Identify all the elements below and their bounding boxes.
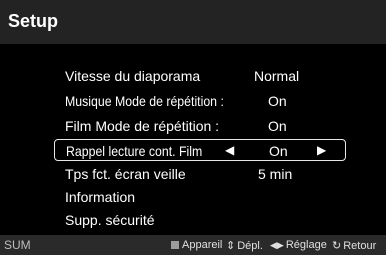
footer-bar: SUM Appareil ⇕ Dépl. ◀▶ Réglage ↻ Retour [0, 235, 386, 255]
menu-item-film-repeat[interactable]: Film Mode de répétition : On [54, 115, 346, 137]
menu-item-screensaver-time[interactable]: Tps fct. écran veille 5 min [54, 163, 346, 185]
triangle-left-icon[interactable]: ◀ [225, 143, 234, 157]
up-down-arrow-icon: ⇕ [226, 240, 236, 252]
menu-item-music-repeat[interactable]: Musique Mode de répétition : On [54, 90, 346, 112]
menu-item-label: Information [65, 189, 136, 205]
menu-item-safe-remove[interactable]: Supp. sécurité [54, 209, 346, 231]
menu-item-label: Rappel lecture cont. Film [66, 143, 203, 159]
menu-item-label: Film Mode de répétition : [65, 118, 220, 134]
menu-item-slideshow-speed[interactable]: Vitesse du diaporama Normal [54, 65, 346, 87]
menu-item-value: On [268, 118, 287, 134]
hint-device[interactable]: Appareil [171, 239, 222, 251]
return-arrow-icon: ↻ [332, 240, 342, 252]
setup-screen: Setup Vitesse du diaporama Normal Musiqu… [0, 0, 386, 255]
triangle-right-icon[interactable]: ▶ [317, 143, 326, 157]
hint-device-label: Appareil [182, 239, 223, 251]
hint-back-label: Retour [343, 240, 377, 252]
hint-back[interactable]: ↻ Retour [332, 239, 376, 252]
menu-item-label: Tps fct. écran veille [65, 166, 186, 182]
menu-item-film-resume[interactable]: Rappel lecture cont. Film ◀ On ▶ [54, 139, 346, 161]
page-title: Setup [8, 11, 59, 31]
menu-item-value: 5 min [258, 166, 293, 182]
menu-item-label: Vitesse du diaporama [65, 68, 201, 84]
left-right-arrow-icon: ◀▶ [270, 240, 284, 250]
menu-item-label: Supp. sécurité [65, 212, 155, 228]
hint-move-label: Dépl. [237, 240, 263, 252]
menu-item-label: Musique Mode de répétition : [65, 93, 224, 109]
hint-adjust-label: Réglage [285, 239, 327, 251]
source-label: SUM [4, 238, 31, 252]
menu-item-value: On [268, 93, 287, 109]
hint-adjust: ◀▶ Réglage [270, 239, 327, 251]
menu-item-value: Normal [254, 68, 300, 84]
gray-square-icon [171, 241, 179, 249]
hint-move: ⇕ Dépl. [226, 239, 263, 252]
menu-item-information[interactable]: Information [54, 186, 346, 208]
title-bar: Setup [0, 0, 386, 44]
menu-item-value: On [269, 143, 288, 159]
